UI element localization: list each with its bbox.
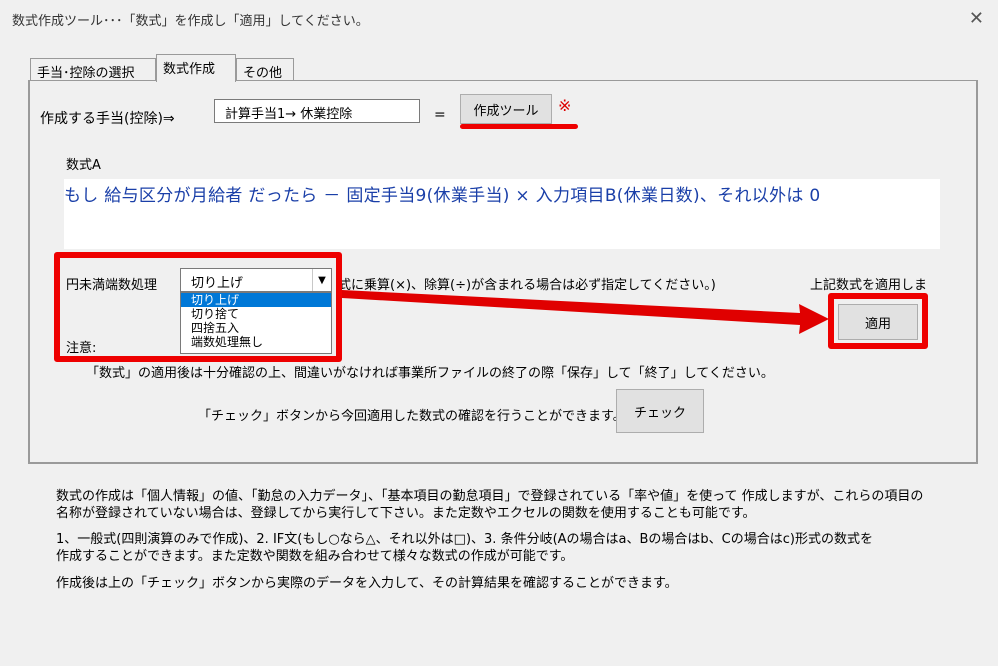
highlight-arrow bbox=[342, 290, 829, 334]
tab-formula-creation[interactable]: 数式作成 bbox=[156, 54, 236, 82]
help-line: 名称が登録されていない場合は、登録してから実行して下さい。また定数やエクセルの関… bbox=[56, 506, 756, 521]
dialog-window: 数式作成ツール･･･「数式」を作成し「適用」してください。 ✕ 手当･控除の選択… bbox=[0, 0, 998, 666]
help-paragraph-2: 1、一般式(四則演算のみで作成)、2. IF文(もし○なら△、それ以外は□)、3… bbox=[56, 531, 873, 565]
help-line: 数式の作成は「個人情報」の値、「勤怠の入力データ」、「基本項目の勤怠項目」で登録… bbox=[56, 489, 924, 504]
tab-label: 数式作成 bbox=[163, 62, 216, 77]
help-line: 作成することができます。また定数や関数を組み合わせて様々な数式の作成が可能です。 bbox=[56, 549, 574, 564]
help-paragraph-1: 数式の作成は「個人情報」の値、「勤怠の入力データ」、「基本項目の勤怠項目」で登録… bbox=[56, 488, 923, 522]
help-paragraph-3: 作成後は上の「チェック」ボタンから実際のデータを入力して、その計算結果を確認する… bbox=[56, 576, 678, 591]
help-line: 1、一般式(四則演算のみで作成)、2. IF文(もし○なら△、それ以外は□)、3… bbox=[56, 532, 873, 547]
